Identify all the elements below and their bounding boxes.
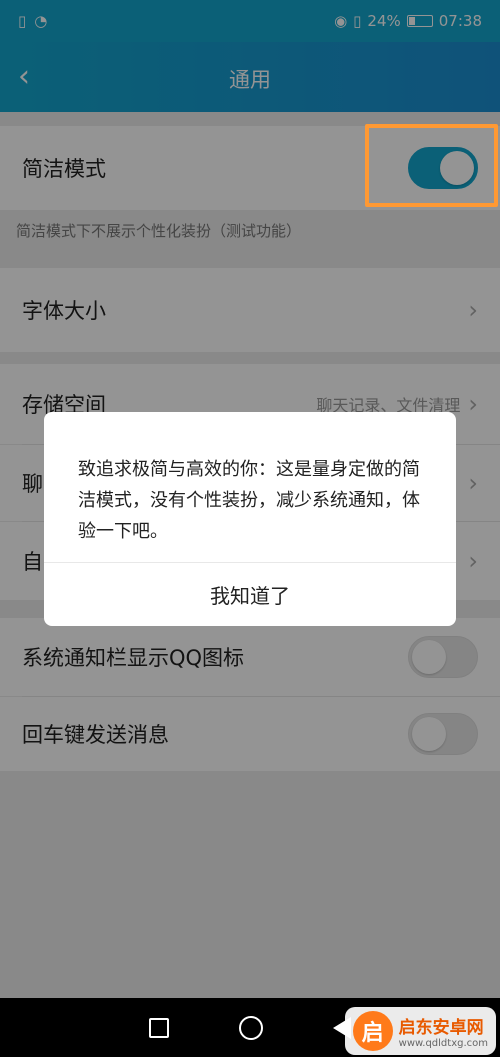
dialog-confirm-button[interactable]: 我知道了: [44, 563, 456, 626]
watermark: 启 启东安卓网 www.qdldtxg.com: [344, 1007, 496, 1055]
highlight-box: [365, 124, 498, 207]
watermark-text: 启东安卓网 www.qdldtxg.com: [399, 1013, 488, 1049]
info-dialog: 致追求极简与高效的你：这是量身定做的简洁模式，没有个性装扮，减少系统通知，体验一…: [44, 412, 456, 626]
dialog-message: 致追求极简与高效的你：这是量身定做的简洁模式，没有个性装扮，减少系统通知，体验一…: [78, 459, 420, 542]
home-icon[interactable]: [239, 1015, 263, 1040]
watermark-logo-icon: 启: [352, 1011, 393, 1051]
watermark-url: www.qdldtxg.com: [398, 1038, 488, 1049]
recent-apps-icon[interactable]: [149, 1017, 169, 1038]
watermark-name: 启东安卓网: [398, 1018, 484, 1038]
